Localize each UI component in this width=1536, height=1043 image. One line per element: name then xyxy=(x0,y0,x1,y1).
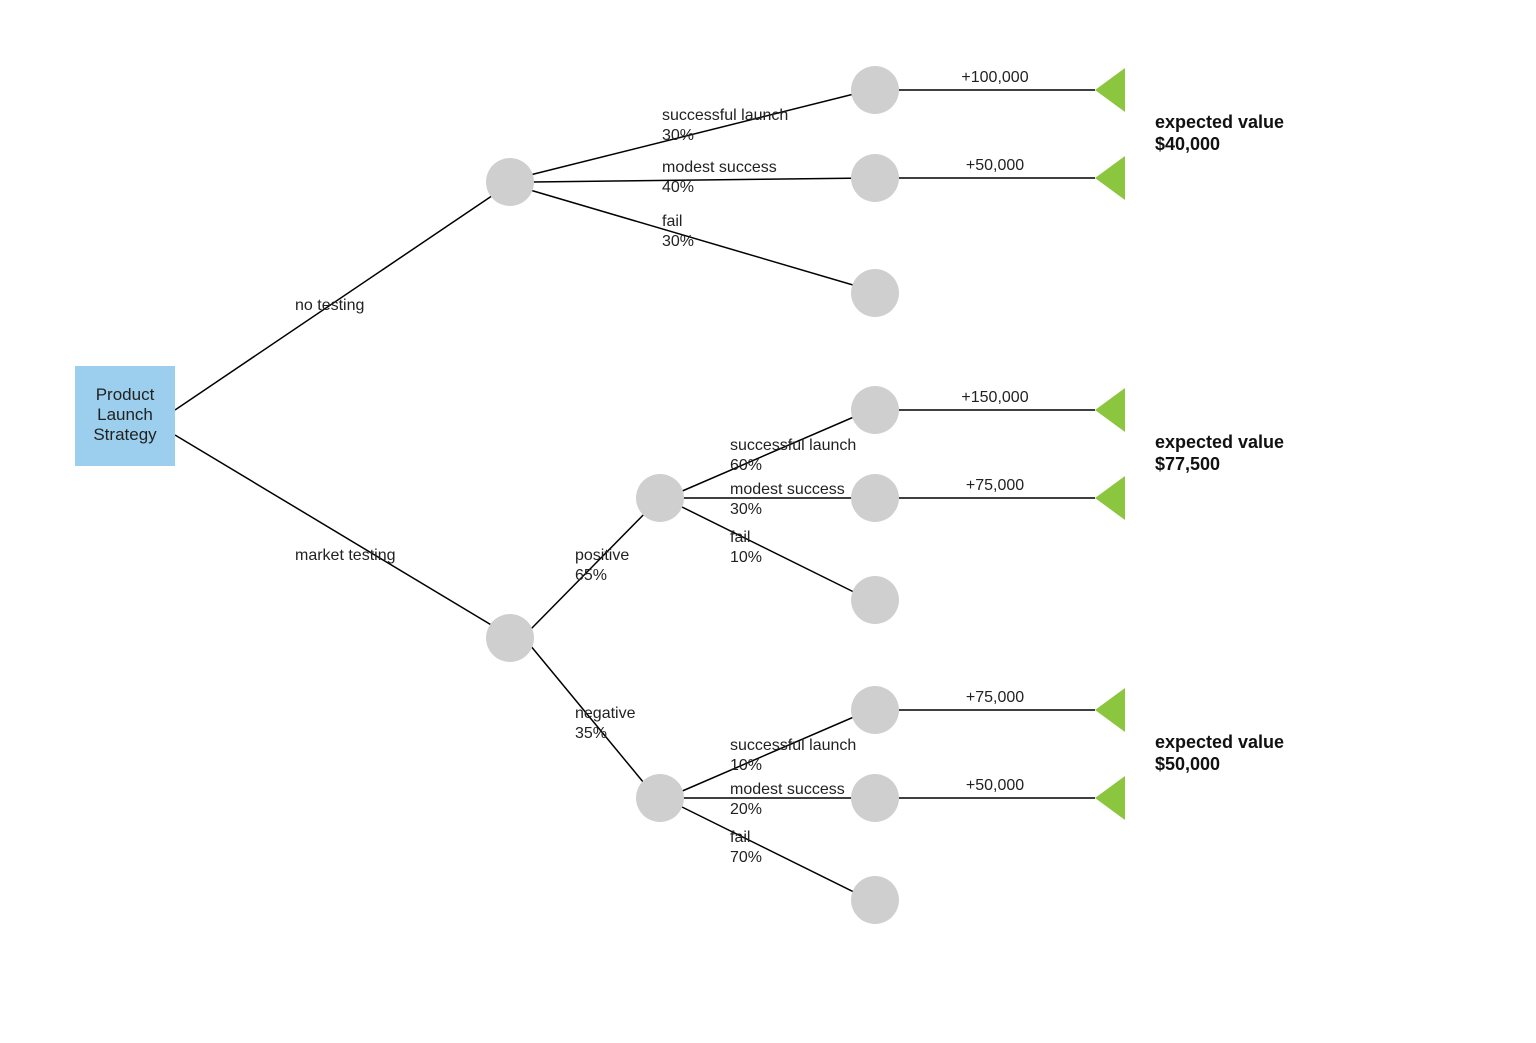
ev-label-1: expected value xyxy=(1155,112,1284,132)
payoff-nt-modest: +50,000 xyxy=(966,157,1024,174)
label-neg-success-prob: 10% xyxy=(730,757,762,774)
outcome-node-neg-modest xyxy=(851,774,899,822)
label-neg-modest: modest success xyxy=(730,781,845,798)
edge-nt-fail xyxy=(530,190,870,290)
chance-node-market-testing xyxy=(486,614,534,662)
payoff-nt-success: +100,000 xyxy=(961,69,1028,86)
label-pos-fail: fail xyxy=(730,529,750,546)
payoff-pos-success: +150,000 xyxy=(961,389,1028,406)
edge-neg-fail xyxy=(680,806,870,900)
label-nt-success: successful launch xyxy=(662,107,788,124)
chance-node-positive xyxy=(636,474,684,522)
terminal-pos-success xyxy=(1095,388,1125,432)
root-label-line1: Product xyxy=(96,385,155,404)
ev-value-1: $40,000 xyxy=(1155,134,1220,154)
decision-tree-diagram: Product Launch Strategy no testing marke… xyxy=(0,0,1536,1043)
ev-value-2: $77,500 xyxy=(1155,454,1220,474)
label-pos-modest-prob: 30% xyxy=(730,501,762,518)
label-pos-success: successful launch xyxy=(730,437,856,454)
label-pos-fail-prob: 10% xyxy=(730,549,762,566)
outcome-node-pos-success xyxy=(851,386,899,434)
label-nt-success-prob: 30% xyxy=(662,127,694,144)
ev-value-3: $50,000 xyxy=(1155,754,1220,774)
label-nt-fail-prob: 30% xyxy=(662,233,694,250)
chance-node-negative xyxy=(636,774,684,822)
ev-label-2: expected value xyxy=(1155,432,1284,452)
label-neg-modest-prob: 20% xyxy=(730,801,762,818)
label-nt-fail: fail xyxy=(662,213,682,230)
root-label-line3: Strategy xyxy=(93,425,157,444)
outcome-node-pos-fail xyxy=(851,576,899,624)
payoff-neg-success: +75,000 xyxy=(966,689,1024,706)
terminal-neg-modest xyxy=(1095,776,1125,820)
label-neg-success: successful launch xyxy=(730,737,856,754)
label-nt-modest: modest success xyxy=(662,159,777,176)
edge-pos-fail xyxy=(680,506,870,600)
chance-node-no-testing xyxy=(486,158,534,206)
label-nt-modest-prob: 40% xyxy=(662,179,694,196)
label-positive-prob: 65% xyxy=(575,567,607,584)
edge-mt-positive xyxy=(530,500,658,630)
terminal-nt-success xyxy=(1095,68,1125,112)
label-neg-fail: fail xyxy=(730,829,750,846)
outcome-node-nt-fail xyxy=(851,269,899,317)
payoff-neg-modest: +50,000 xyxy=(966,777,1024,794)
root-label-line2: Launch xyxy=(97,405,153,424)
ev-label-3: expected value xyxy=(1155,732,1284,752)
edge-nt-modest xyxy=(532,178,870,182)
label-positive: positive xyxy=(575,547,629,564)
payoff-pos-modest: +75,000 xyxy=(966,477,1024,494)
terminal-neg-success xyxy=(1095,688,1125,732)
label-pos-modest: modest success xyxy=(730,481,845,498)
terminal-nt-modest xyxy=(1095,156,1125,200)
label-negative: negative xyxy=(575,705,636,722)
label-pos-success-prob: 60% xyxy=(730,457,762,474)
label-neg-fail-prob: 70% xyxy=(730,849,762,866)
edge-root-market-testing xyxy=(175,435,508,635)
outcome-node-nt-modest xyxy=(851,154,899,202)
terminal-pos-modest xyxy=(1095,476,1125,520)
outcome-node-neg-success xyxy=(851,686,899,734)
label-market-testing: market testing xyxy=(295,547,395,564)
outcome-node-neg-fail xyxy=(851,876,899,924)
label-negative-prob: 35% xyxy=(575,725,607,742)
outcome-node-pos-modest xyxy=(851,474,899,522)
label-no-testing: no testing xyxy=(295,297,364,314)
outcome-node-nt-success xyxy=(851,66,899,114)
edge-mt-negative xyxy=(530,645,658,800)
